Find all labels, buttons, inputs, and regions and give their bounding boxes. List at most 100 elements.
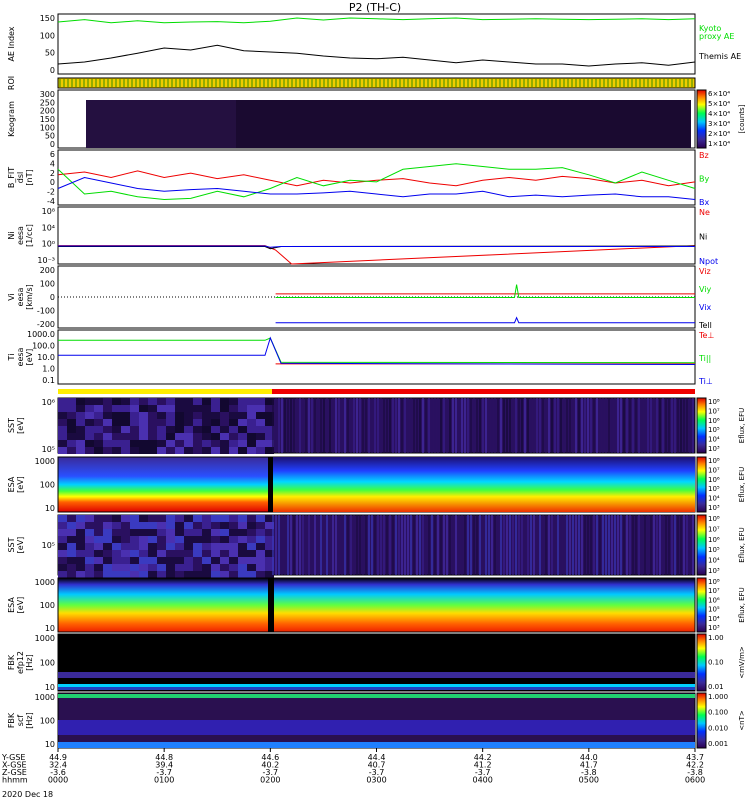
panel-ae bbox=[57, 13, 696, 75]
panel-keogram bbox=[57, 89, 696, 149]
spectrogram-stripe bbox=[668, 398, 670, 453]
spectrogram-cell bbox=[238, 398, 247, 405]
spectrogram-stripe bbox=[452, 398, 454, 453]
spectrogram-cell bbox=[67, 529, 76, 536]
legend-bx: Bx bbox=[699, 198, 709, 207]
time-axis-value: 0500 bbox=[579, 776, 599, 785]
spectrogram-cell bbox=[76, 426, 85, 433]
spectrogram-cell bbox=[121, 550, 130, 557]
velocity-tick: 100 bbox=[40, 280, 55, 289]
spectrogram-stripe bbox=[359, 398, 361, 453]
spectrogram-stripe bbox=[491, 515, 493, 575]
spectrogram-cell bbox=[67, 398, 76, 405]
spectrogram-stripe bbox=[551, 515, 553, 575]
spectrogram-cell bbox=[247, 440, 256, 447]
spectrogram-cell bbox=[256, 529, 265, 536]
spectrogram-stripe bbox=[362, 515, 364, 575]
spectrogram-cell bbox=[157, 426, 166, 433]
spectrogram-stripe bbox=[632, 398, 634, 453]
sst_elec-tick: 10⁵ bbox=[42, 541, 55, 550]
spectrogram-stripe bbox=[353, 398, 355, 453]
spectrogram-cell bbox=[67, 564, 76, 571]
spectrogram-cell bbox=[121, 426, 130, 433]
legend-tell: Tell bbox=[698, 321, 712, 330]
esa-ion-gap bbox=[268, 457, 273, 512]
spectrogram-cell bbox=[85, 543, 94, 550]
spectrogram-cell bbox=[112, 550, 121, 557]
spectrogram-stripe bbox=[611, 515, 613, 575]
legend-ni: Ni bbox=[699, 233, 707, 242]
spectrogram-stripe bbox=[302, 515, 304, 575]
sst_ion-tick: 10⁵ bbox=[42, 445, 55, 454]
spectrogram-stripe bbox=[668, 515, 670, 575]
bfield-tick: 4 bbox=[50, 159, 55, 168]
spectrogram-cell bbox=[193, 447, 202, 454]
spectrogram-cell bbox=[112, 433, 121, 440]
sst_ion-ylabel: SST bbox=[7, 418, 16, 433]
density-tick: 10⁸ bbox=[42, 207, 55, 216]
spectrogram-stripe bbox=[629, 398, 631, 453]
spectrogram-cell bbox=[256, 412, 265, 419]
keogram-colorbar-tick: 2×10⁴ bbox=[708, 130, 730, 138]
spectrogram-stripe bbox=[644, 515, 646, 575]
spectrogram-stripe bbox=[512, 515, 514, 575]
spectrogram-cell bbox=[202, 529, 211, 536]
temperature-tick: 10.0 bbox=[37, 353, 55, 362]
spectrogram-cell bbox=[112, 447, 121, 454]
spectrogram-cell bbox=[202, 405, 211, 412]
spectrogram-cell bbox=[148, 398, 157, 405]
spectrogram-cell bbox=[58, 522, 67, 529]
spectrogram-stripe bbox=[692, 515, 694, 575]
spectrogram-stripe bbox=[281, 398, 283, 453]
spectrogram-cell bbox=[211, 550, 220, 557]
spectrogram-cell bbox=[112, 529, 121, 536]
spectrogram-cell bbox=[67, 571, 76, 578]
spectrogram-cell bbox=[121, 447, 130, 454]
spectrogram-cell bbox=[85, 426, 94, 433]
spectrogram-stripe bbox=[461, 515, 463, 575]
spectrogram-cell bbox=[67, 536, 76, 543]
spectrogram-cell bbox=[58, 529, 67, 536]
spectrogram-stripe bbox=[428, 398, 430, 453]
spectrogram-cell bbox=[67, 543, 76, 550]
spectrogram-stripe bbox=[290, 515, 292, 575]
spectrogram-stripe bbox=[554, 515, 556, 575]
fbk_b-colorbar-tick: 0.100 bbox=[708, 709, 728, 717]
spectrogram-stripe bbox=[299, 515, 301, 575]
spectrogram-cell bbox=[112, 571, 121, 578]
spectrogram-stripe bbox=[608, 515, 610, 575]
spectrogram-stripe bbox=[587, 515, 589, 575]
spectrogram-stripe bbox=[641, 515, 643, 575]
spectrogram-cell bbox=[175, 529, 184, 536]
spectrogram-stripe bbox=[500, 398, 502, 453]
spectrogram-stripe bbox=[368, 398, 370, 453]
sst_ion-colorbar-label: Eflux, EFU bbox=[738, 408, 746, 443]
spectrogram-cell bbox=[256, 419, 265, 426]
spectrogram-cell bbox=[121, 398, 130, 405]
spectrogram-stripe bbox=[488, 398, 490, 453]
spectrogram-cell bbox=[193, 405, 202, 412]
spectrogram-cell bbox=[85, 536, 94, 543]
spectrogram-stripe bbox=[578, 515, 580, 575]
temperature-ylabel: Ti bbox=[7, 354, 16, 362]
spectrogram-stripe bbox=[605, 398, 607, 453]
spectrogram-stripe bbox=[518, 515, 520, 575]
spectrogram-stripe bbox=[470, 398, 472, 453]
spectrogram-stripe bbox=[605, 515, 607, 575]
spectrogram-stripe bbox=[347, 515, 349, 575]
spectrogram-stripe bbox=[563, 398, 565, 453]
spectrogram-stripe bbox=[623, 515, 625, 575]
spectrogram-cell bbox=[175, 447, 184, 454]
spectrogram-stripe bbox=[623, 398, 625, 453]
spectrogram-cell bbox=[103, 398, 112, 405]
spectrogram-cell bbox=[184, 550, 193, 557]
sst_ion-colorbar-tick: 10⁴ bbox=[708, 436, 720, 444]
esa_elec-ylabel: ESA bbox=[7, 597, 16, 613]
density-tick: 10⁰ bbox=[42, 240, 55, 249]
spectrogram-stripe bbox=[482, 515, 484, 575]
spectrogram-cell bbox=[211, 426, 220, 433]
sst-elec-colorbar bbox=[696, 514, 707, 576]
spectrogram-stripe bbox=[641, 398, 643, 453]
spectrogram-cell bbox=[85, 419, 94, 426]
spectrogram-stripe bbox=[353, 515, 355, 575]
